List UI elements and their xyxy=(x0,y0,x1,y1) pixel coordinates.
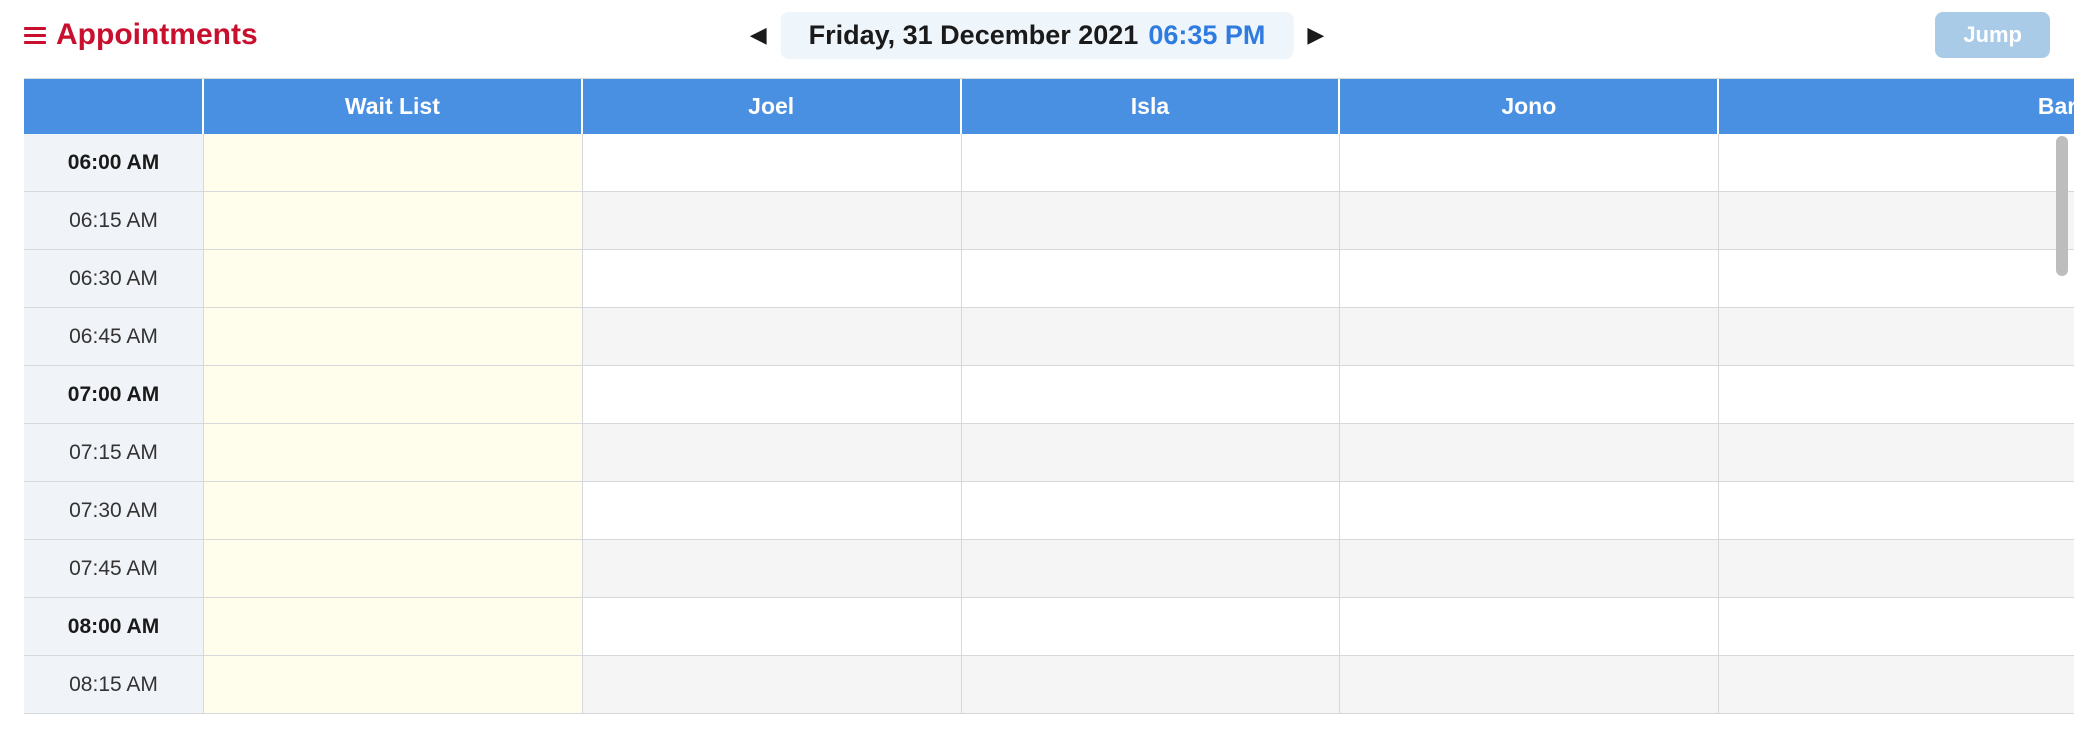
resource-column: Wait List xyxy=(204,79,583,714)
schedule-grid: 06:00 AM06:15 AM06:30 AM06:45 AM07:00 AM… xyxy=(24,78,2074,714)
appointment-slot[interactable] xyxy=(583,482,962,540)
appointment-slot[interactable] xyxy=(1719,250,2074,308)
appointment-slot[interactable] xyxy=(962,656,1341,714)
resource-column: Joel xyxy=(583,79,962,714)
appointment-slot[interactable] xyxy=(204,482,583,540)
menu-icon[interactable] xyxy=(24,27,46,44)
time-label: 07:30 AM xyxy=(24,482,204,540)
appointment-slot[interactable] xyxy=(204,540,583,598)
appointment-slot[interactable] xyxy=(583,656,962,714)
appointment-slot[interactable] xyxy=(1340,366,1719,424)
appointment-slot[interactable] xyxy=(1340,424,1719,482)
time-label: 07:15 AM xyxy=(24,424,204,482)
appointment-slot[interactable] xyxy=(204,192,583,250)
time-label: 06:00 AM xyxy=(24,134,204,192)
appointment-slot[interactable] xyxy=(204,598,583,656)
appointment-slot[interactable] xyxy=(962,540,1341,598)
appointment-slot[interactable] xyxy=(1719,598,2074,656)
time-label: 08:15 AM xyxy=(24,656,204,714)
appointment-slot[interactable] xyxy=(204,308,583,366)
appointment-slot[interactable] xyxy=(204,656,583,714)
title-group: Appointments xyxy=(24,18,258,52)
appointment-slot[interactable] xyxy=(962,192,1341,250)
appointment-slot[interactable] xyxy=(1340,482,1719,540)
resource-header[interactable]: Wait List xyxy=(204,79,583,134)
appointment-slot[interactable] xyxy=(583,308,962,366)
date-display[interactable]: Friday, 31 December 2021 06:35 PM xyxy=(781,12,1294,59)
resource-header[interactable]: Barry xyxy=(1719,79,2074,134)
resource-column: Jono xyxy=(1340,79,1719,714)
appointment-slot[interactable] xyxy=(583,366,962,424)
time-label: 06:45 AM xyxy=(24,308,204,366)
appointment-slot[interactable] xyxy=(204,424,583,482)
appointment-slot[interactable] xyxy=(1340,308,1719,366)
appointment-slot[interactable] xyxy=(1719,308,2074,366)
appointment-slot[interactable] xyxy=(962,424,1341,482)
current-date: Friday, 31 December 2021 xyxy=(809,20,1139,51)
appointment-slot[interactable] xyxy=(204,366,583,424)
resource-header[interactable]: Isla xyxy=(962,79,1341,134)
time-column-header xyxy=(24,79,204,134)
appointment-slot[interactable] xyxy=(1340,250,1719,308)
appointment-slot[interactable] xyxy=(1340,134,1719,192)
appointment-slot[interactable] xyxy=(1340,540,1719,598)
appointment-slot[interactable] xyxy=(1719,482,2074,540)
appointment-slot[interactable] xyxy=(962,250,1341,308)
appointment-slot[interactable] xyxy=(962,598,1341,656)
appointment-slot[interactable] xyxy=(1719,424,2074,482)
appointment-slot[interactable] xyxy=(1719,366,2074,424)
scrollbar-thumb[interactable] xyxy=(2056,136,2068,276)
resource-column: Isla xyxy=(962,79,1341,714)
appointment-slot[interactable] xyxy=(1340,192,1719,250)
jump-button[interactable]: Jump xyxy=(1935,12,2050,58)
time-column: 06:00 AM06:15 AM06:30 AM06:45 AM07:00 AM… xyxy=(24,79,204,714)
resource-column: Barry xyxy=(1719,79,2074,714)
next-day-icon[interactable]: ▶ xyxy=(1299,22,1332,48)
appointment-slot[interactable] xyxy=(1719,656,2074,714)
time-label: 07:45 AM xyxy=(24,540,204,598)
scrollbar-track[interactable] xyxy=(2056,136,2068,296)
appointment-slot[interactable] xyxy=(1719,192,2074,250)
appointment-slot[interactable] xyxy=(583,540,962,598)
time-label: 07:00 AM xyxy=(24,366,204,424)
appointment-slot[interactable] xyxy=(204,134,583,192)
resource-header[interactable]: Joel xyxy=(583,79,962,134)
time-label: 06:30 AM xyxy=(24,250,204,308)
prev-day-icon[interactable]: ◀ xyxy=(742,22,775,48)
appointment-slot[interactable] xyxy=(1719,134,2074,192)
appointment-slot[interactable] xyxy=(583,250,962,308)
current-time: 06:35 PM xyxy=(1148,20,1265,51)
appointment-slot[interactable] xyxy=(1340,656,1719,714)
appointment-slot[interactable] xyxy=(962,482,1341,540)
appointment-slot[interactable] xyxy=(1340,598,1719,656)
time-label: 08:00 AM xyxy=(24,598,204,656)
appointment-slot[interactable] xyxy=(204,250,583,308)
appointment-slot[interactable] xyxy=(583,192,962,250)
resource-header[interactable]: Jono xyxy=(1340,79,1719,134)
appointment-slot[interactable] xyxy=(583,598,962,656)
appointment-slot[interactable] xyxy=(583,424,962,482)
appointment-slot[interactable] xyxy=(1719,540,2074,598)
date-navigator: ◀ Friday, 31 December 2021 06:35 PM ▶ xyxy=(742,12,1333,59)
time-label: 06:15 AM xyxy=(24,192,204,250)
appointment-slot[interactable] xyxy=(583,134,962,192)
page-title: Appointments xyxy=(56,18,258,52)
appointment-slot[interactable] xyxy=(962,366,1341,424)
header-bar: Appointments ◀ Friday, 31 December 2021 … xyxy=(0,0,2074,78)
schedule-container: 06:00 AM06:15 AM06:30 AM06:45 AM07:00 AM… xyxy=(24,78,2050,714)
appointment-slot[interactable] xyxy=(962,308,1341,366)
appointment-slot[interactable] xyxy=(962,134,1341,192)
